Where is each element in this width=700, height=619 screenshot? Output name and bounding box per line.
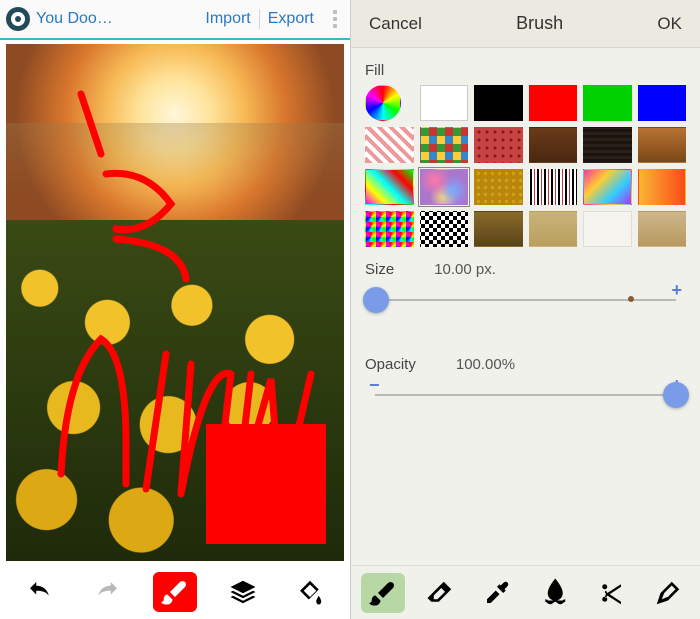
cancel-button[interactable]: Cancel (369, 14, 422, 34)
eyedropper-button[interactable] (475, 573, 519, 613)
filled-rectangle (206, 424, 326, 544)
left-app-bar: You Doo… Import Export (0, 0, 350, 40)
size-slider-thumb[interactable] (363, 287, 389, 313)
app-title: You Doo… (36, 10, 197, 28)
dialog-title: Brush (516, 13, 563, 34)
swatch-red[interactable] (529, 85, 578, 121)
swatch-pixel-rainbow[interactable] (365, 211, 414, 247)
swatch-dark-weave[interactable] (583, 127, 632, 163)
swatch-gold-dots[interactable] (474, 169, 523, 205)
undo-button[interactable] (18, 572, 62, 612)
swatch-green[interactable] (583, 85, 632, 121)
size-plus-icon[interactable]: + (671, 280, 682, 301)
size-label: Size (365, 261, 394, 278)
size-value: 10.00 px. (434, 261, 496, 278)
right-toolbar (351, 565, 700, 619)
ok-button[interactable]: OK (657, 14, 682, 34)
swatch-white[interactable] (420, 85, 469, 121)
swatch-copper[interactable] (638, 127, 687, 163)
opacity-label: Opacity (365, 356, 416, 373)
swatch-bronze[interactable] (474, 211, 523, 247)
opacity-minus-icon[interactable]: − (369, 375, 380, 396)
overflow-menu-icon[interactable] (326, 10, 344, 28)
eraser-mode-button[interactable] (418, 573, 462, 613)
swatch-diag-rainbow[interactable] (583, 169, 632, 205)
layers-button[interactable] (221, 572, 265, 612)
size-slider[interactable]: − + (365, 284, 686, 316)
scissors-button[interactable] (589, 573, 633, 613)
brush-dialog-header: Cancel Brush OK (351, 0, 700, 48)
swatch-blue[interactable] (638, 85, 687, 121)
swatch-warm-grad[interactable] (638, 169, 687, 205)
left-toolbar (0, 565, 350, 619)
swatch-sand[interactable] (529, 211, 578, 247)
import-button[interactable]: Import (197, 10, 258, 28)
brush-tool-button[interactable] (153, 572, 197, 612)
swatch-argyle[interactable] (420, 127, 469, 163)
drawing-canvas[interactable] (6, 44, 344, 561)
opacity-slider[interactable]: − + (365, 379, 686, 411)
swatch-gingham[interactable] (365, 127, 414, 163)
swatch-bokeh[interactable] (420, 169, 469, 205)
opacity-slider-thumb[interactable] (663, 382, 689, 408)
swatch-rainbow-noise[interactable] (365, 169, 414, 205)
swatch-color-wheel[interactable] (365, 85, 401, 121)
smudge-button[interactable] (532, 573, 576, 613)
export-button[interactable]: Export (260, 10, 322, 28)
size-indicator-dot (628, 296, 634, 302)
redo-button[interactable] (85, 572, 129, 612)
swatch-offwhite[interactable] (583, 211, 632, 247)
swatch-checker[interactable] (420, 211, 469, 247)
fill-section-label: Fill (365, 62, 686, 79)
fill-bucket-button[interactable] (288, 572, 332, 612)
swatch-barcode[interactable] (529, 169, 578, 205)
fill-swatch-grid (365, 85, 686, 247)
swatch-tan[interactable] (638, 211, 687, 247)
swatch-leather[interactable] (529, 127, 578, 163)
swatch-red-dots[interactable] (474, 127, 523, 163)
swatch-black[interactable] (474, 85, 523, 121)
brush-mode-button[interactable] (361, 573, 405, 613)
app-logo-icon (6, 7, 30, 31)
opacity-value: 100.00% (456, 356, 515, 373)
pen-button[interactable] (646, 573, 690, 613)
